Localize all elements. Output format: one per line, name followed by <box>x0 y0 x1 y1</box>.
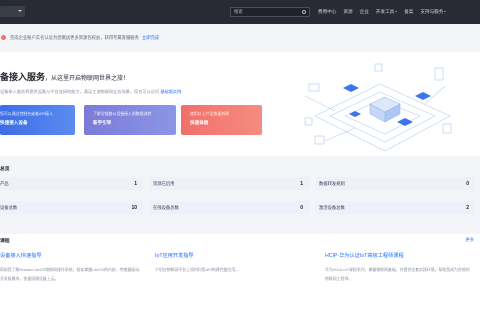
stat-value: 0 <box>300 204 303 211</box>
card-desc: 您可以通过控制台或者API接入 <box>0 111 53 116</box>
card-desc: 了解全链路从设备接入到数据流转 <box>93 111 152 116</box>
nav-dev-tools-label: 开发工具 <box>375 9 395 14</box>
quick-access-card[interactable]: 您可以通过控制台或者API接入 快速接入设备 <box>0 105 75 135</box>
stat-online-devices[interactable]: 在线设备总数 0 <box>150 201 309 214</box>
stat-label: 产品 <box>0 180 9 186</box>
notice-link[interactable]: 立即完成 <box>142 35 159 41</box>
course-card[interactable]: HCIP-华为认证IoT高级工程师课程 华为HCIA-IoT课程系列，掌握物联网… <box>325 252 470 283</box>
course-desc: 华为HCIA-IoT课程系列，掌握物联网基础，并提供全套实践环境，帮助您成为合格… <box>325 267 470 281</box>
search-placeholder: 搜索 <box>234 9 243 14</box>
course-card[interactable]: IoT应用开发指导 介绍在物联网平台上如何利用API构建完整应用。 <box>155 252 300 274</box>
course-title[interactable]: IoT应用开发指导 <box>155 252 300 259</box>
stat-value: 10 <box>131 204 137 211</box>
nav-billing[interactable]: 费用中心 <box>318 9 336 15</box>
stat-forwarding-rules[interactable]: 数据转发规则 0 <box>316 177 475 190</box>
stat-value: 1 <box>134 180 137 187</box>
iot-isometric-illustration <box>304 63 452 152</box>
hero-banner: 备接入服务，从这里开启物联网世界之旅！ 设备接入服务将提供设备与平台连接的能力，… <box>0 52 480 156</box>
stat-value: 2 <box>466 204 469 211</box>
stat-value: 0 <box>466 180 469 187</box>
notice-bar: 完成企业账户实名认证为您赠送更多资源包权益，获得专属客服服务 立即完成 <box>0 33 480 42</box>
stat-activated-devices[interactable]: 激活设备总数 2 <box>316 201 475 214</box>
stat-devices[interactable]: 设备总数 10 <box>0 201 143 214</box>
notice-text: 完成企业账户实名认证为您赠送更多资源包权益，获得专属客服服务 <box>10 34 139 40</box>
courses-title: 课程 <box>0 239 10 244</box>
hero-subtitle: ，从这里开启物联网世界之旅！ <box>45 76 130 82</box>
course-desc: 帮助您了解Huawei LiteOS物联网操作系统，轻松掌握LiteOS的内核、… <box>0 267 143 281</box>
hero-title: 备接入服务 <box>0 72 46 82</box>
hero-desc-link[interactable]: 基础版实例 <box>160 89 181 94</box>
card-title: 快速接入设备 <box>0 120 28 125</box>
region-selector[interactable] <box>0 6 25 17</box>
stat-value: 1 <box>300 180 303 187</box>
header-links: 费用中心 资源 企业 开发工具 备案 支持与服务 <box>318 0 447 24</box>
top-navigation-bar: 搜索 费用中心 资源 企业 开发工具 备案 支持与服务 <box>0 0 480 24</box>
chevron-down-icon <box>395 11 398 13</box>
card-desc: 使用以上产品快速创建 <box>190 111 229 116</box>
nav-filing[interactable]: 备案 <box>404 9 413 15</box>
nav-support[interactable]: 支持与服务 <box>420 9 447 15</box>
stat-label: 在线设备总数 <box>153 204 179 210</box>
page-title: 备接入服务，从这里开启物联网世界之旅！ <box>0 70 129 83</box>
course-desc: 介绍在物联网平台上如何利用API构建完整应用。 <box>155 267 240 272</box>
course-title[interactable]: HCIP-华为认证IoT高级工程师课程 <box>325 252 470 259</box>
stat-label: 激活设备总数 <box>319 204 345 210</box>
nav-support-label: 支持与服务 <box>420 9 444 14</box>
search-input[interactable]: 搜索 <box>230 7 310 17</box>
quick-experience-card[interactable]: 使用以上产品快速创建 快速体验 <box>181 105 262 135</box>
card-title: 快速体验 <box>190 120 209 125</box>
overview-title: 总览 <box>0 167 10 172</box>
nav-enterprise[interactable]: 企业 <box>360 9 369 15</box>
stat-products[interactable]: 产品 1 <box>0 177 143 190</box>
course-card[interactable]: 设备接入快速指导 帮助您了解Huawei LiteOS物联网操作系统，轻松掌握L… <box>0 252 145 283</box>
card-title: 新手引导 <box>93 120 112 125</box>
course-title[interactable]: 设备接入快速指导 <box>0 252 145 259</box>
hero-desc-text: 设备接入服务将提供设备与平台连接的能力，满足主流物联网业务场景。您也可以访问 <box>0 89 160 94</box>
chevron-down-icon <box>18 10 22 12</box>
more-link[interactable]: 更多 <box>466 237 474 243</box>
search-icon[interactable] <box>302 10 306 14</box>
chevron-down-icon <box>444 11 447 13</box>
stat-label: 数据转发规则 <box>319 180 345 186</box>
nav-resources[interactable]: 资源 <box>343 9 352 15</box>
courses-panel: 课程 更多 设备接入快速指导 帮助您了解Huawei LiteOS物联网操作系统… <box>0 234 480 320</box>
warning-icon <box>1 35 6 40</box>
hero-description: 设备接入服务将提供设备与平台连接的能力，满足主流物联网业务场景。您也可以访问 基… <box>0 89 181 95</box>
stat-resources[interactable]: 资源已启用 1 <box>150 177 309 190</box>
beginner-guide-card[interactable]: 了解全链路从设备接入到数据流转 新手引导 <box>84 105 176 135</box>
stat-label: 设备总数 <box>0 204 18 210</box>
stat-label: 资源已启用 <box>153 180 175 186</box>
nav-dev-tools[interactable]: 开发工具 <box>375 9 398 15</box>
